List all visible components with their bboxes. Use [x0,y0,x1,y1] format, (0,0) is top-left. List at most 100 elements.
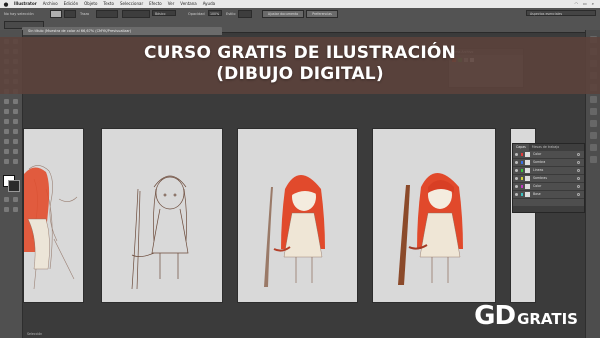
layer-row[interactable]: Color [513,183,584,191]
free-transform-tool-icon[interactable] [12,108,19,115]
sketch-drawing [24,165,78,290]
menu-bar: Illustrator Archivo Edición Objeto Texto… [0,0,600,8]
layer-name[interactable]: Base [533,191,541,198]
preferences-button[interactable]: Preferencias [306,10,338,18]
selection-status: No hay selección [4,12,34,16]
artboard-4[interactable] [372,128,496,303]
visibility-eye-icon[interactable] [515,161,518,164]
menubar-status-icons: ◠ ▭ ⌕ [574,0,600,8]
graphic-style-picker[interactable] [238,10,252,18]
style-label: Estilo [226,12,236,16]
workspace-switcher[interactable]: Aspectos esenciales [526,10,596,16]
layer-row[interactable]: Lineas [513,167,584,175]
visibility-eye-icon[interactable] [515,193,518,196]
colored-drawing [264,175,325,287]
rotate-tool-icon[interactable] [3,98,10,105]
layer-name[interactable]: Lineas [533,167,543,174]
layer-row[interactable]: Sombras [513,175,584,183]
screen-mode-icon[interactable] [12,206,19,213]
eyedropper-tool-icon[interactable] [3,138,10,145]
gradient-tool-icon[interactable] [12,128,19,135]
apple-icon[interactable] [3,1,9,7]
layer-target-icon[interactable] [577,161,580,164]
opacity-label[interactable]: Opacidad [188,12,205,16]
menu-ventana[interactable]: Ventana [180,0,196,8]
perspective-grid-tool-icon[interactable] [12,118,19,125]
stroke-color-picker[interactable] [64,10,76,18]
artboard-3[interactable] [237,128,358,303]
layer-row[interactable]: Base [513,191,584,199]
visibility-eye-icon[interactable] [515,169,518,172]
menu-edicion[interactable]: Edición [64,0,78,8]
visibility-eye-icon[interactable] [515,185,518,188]
document-tab[interactable]: Sin título (Muestra de color al 66,67% (… [22,27,222,35]
gradient-mode-icon[interactable] [12,196,19,203]
document-setup-button[interactable]: Ajustar documento [262,10,304,18]
artboards-panel-icon[interactable] [590,156,597,163]
width-tool-icon[interactable] [3,108,10,115]
layer-target-icon[interactable] [577,185,580,188]
menu-seleccionar[interactable]: Seleccionar [120,0,143,8]
layer-thumbnail [525,192,530,197]
battery-icon[interactable]: ▭ [583,0,587,8]
scale-tool-icon[interactable] [12,98,19,105]
menu-ver[interactable]: Ver [168,0,175,8]
mesh-tool-icon[interactable] [3,128,10,135]
artboard-1[interactable] [23,128,84,303]
blend-tool-icon[interactable] [12,138,19,145]
menu-ayuda[interactable]: Ayuda [203,0,215,8]
layer-row[interactable]: Color [513,151,584,159]
stroke-swatch[interactable] [8,180,20,192]
gradient-panel-icon[interactable] [590,96,597,103]
layer-target-icon[interactable] [577,177,580,180]
menu-efecto[interactable]: Efecto [149,0,162,8]
graphic-styles-panel-icon[interactable] [590,132,597,139]
hand-tool-icon[interactable] [3,158,10,165]
menu-objeto[interactable]: Objeto [84,0,97,8]
layer-target-icon[interactable] [577,169,580,172]
visibility-eye-icon[interactable] [515,153,518,156]
artboard-2[interactable] [101,128,223,303]
appearance-panel-icon[interactable] [590,120,597,127]
layer-name[interactable]: Color [533,183,541,190]
visibility-eye-icon[interactable] [515,177,518,180]
banner-subtitle: (DIBUJO DIGITAL) [216,64,384,84]
menu-illustrator[interactable]: Illustrator [14,0,37,8]
layer-row[interactable]: Sombra [513,159,584,167]
brush-select[interactable]: Básico [152,10,176,16]
layer-name[interactable]: Sombras [533,175,547,182]
layer-target-icon[interactable] [577,193,580,196]
symbol-sprayer-tool-icon[interactable] [3,148,10,155]
zoom-tool-icon[interactable] [12,158,19,165]
color-mode-icon[interactable] [3,196,10,203]
layer-thumbnail [525,184,530,189]
wifi-icon[interactable]: ◠ [574,0,578,8]
graph-tool-icon[interactable] [12,148,19,155]
line-drawing [131,175,189,290]
fill-color-picker[interactable] [50,10,62,18]
layer-name[interactable]: Sombra [533,159,545,166]
tab-layers[interactable]: Capas [513,144,529,151]
layer-name[interactable]: Color [533,151,541,158]
tab-artboards[interactable]: Mesas de trabajo [529,144,562,151]
shape-builder-tool-icon[interactable] [3,118,10,125]
layer-color-chip [521,161,523,164]
variable-width-select[interactable] [122,10,150,18]
menu-texto[interactable]: Texto [103,0,114,8]
draw-mode-icon[interactable] [3,206,10,213]
layers-panel-icon[interactable] [590,144,597,151]
spotlight-search-icon[interactable]: ⌕ [592,0,594,8]
layers-panel-tabs: Capas Mesas de trabajo [513,144,584,151]
opacity-field[interactable]: 100% [208,10,222,16]
menu-archivo[interactable]: Archivo [43,0,58,8]
layer-color-chip [521,169,523,172]
layer-thumbnail [525,168,530,173]
stroke-label: Trazo [80,12,90,16]
layer-color-chip [521,185,523,188]
stroke-weight-field[interactable] [96,10,118,18]
layer-thumbnail [525,152,530,157]
title-banner: CURSO GRATIS DE ILUSTRACIÓN (DIBUJO DIGI… [0,37,600,94]
layers-panel-footer [513,206,584,212]
transparency-panel-icon[interactable] [590,108,597,115]
layer-target-icon[interactable] [577,153,580,156]
